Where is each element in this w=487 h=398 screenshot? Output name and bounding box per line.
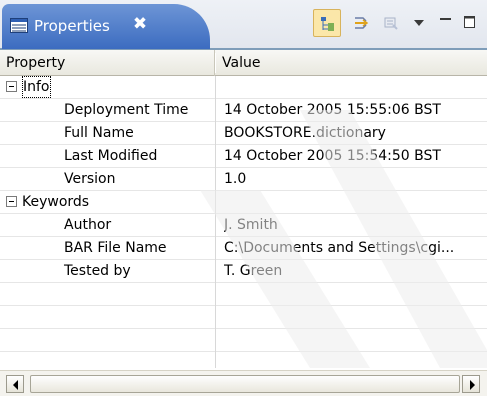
table-row[interactable]: Tested by T. Green	[0, 260, 487, 283]
maximize-button[interactable]	[456, 9, 484, 37]
cell-divider	[215, 260, 216, 283]
cell-divider	[215, 145, 216, 168]
property-name: Version	[64, 171, 116, 187]
table-row[interactable]: Deployment Time 14 October 2005 15:55:06…	[0, 99, 487, 122]
show-categories-icon	[321, 17, 334, 31]
property-value[interactable]: C:\Documents and Settings\cgi...	[224, 237, 486, 260]
property-value[interactable]: 14 October 2005 15:54:50 BST	[224, 145, 486, 168]
value-cell	[224, 191, 486, 214]
property-name: Last Modified	[64, 148, 158, 164]
arrow-left-icon	[13, 380, 18, 390]
table-row[interactable]: Last Modified 14 October 2005 15:54:50 B…	[0, 145, 487, 168]
cell-divider	[215, 214, 216, 237]
maximize-icon	[464, 16, 475, 28]
property-name: Full Name	[64, 125, 134, 141]
close-icon[interactable]: ✖	[130, 14, 150, 34]
cell-divider	[215, 329, 216, 352]
restore-default-value-icon	[384, 17, 398, 30]
show-advanced-properties-icon	[355, 17, 369, 29]
column-header-value[interactable]: Value	[216, 50, 487, 76]
property-cell: Author	[0, 214, 214, 237]
property-value[interactable]: J. Smith	[224, 214, 486, 237]
empty-row	[0, 352, 487, 368]
category-cell: Keywords	[0, 191, 214, 214]
property-cell: Tested by	[0, 260, 214, 283]
empty-row	[0, 283, 487, 306]
properties-view-icon	[10, 18, 28, 33]
scroll-right-button[interactable]	[462, 375, 480, 393]
property-value[interactable]: T. Green	[224, 260, 486, 283]
scrollbar-thumb[interactable]	[30, 375, 460, 393]
table-row[interactable]: Author J. Smith	[0, 214, 487, 237]
cell-divider	[215, 122, 216, 145]
cell-divider	[215, 306, 216, 329]
property-name: Author	[64, 217, 112, 233]
column-header-property[interactable]: Property	[0, 50, 215, 76]
category-row-keywords[interactable]: Keywords	[0, 191, 487, 214]
cell-divider	[215, 99, 216, 122]
property-name: BAR File Name	[64, 240, 167, 256]
property-cell: Last Modified	[0, 145, 214, 168]
horizontal-scrollbar[interactable]	[0, 370, 487, 396]
empty-row	[0, 306, 487, 329]
minimize-icon	[440, 18, 451, 20]
restore-default-value-button[interactable]	[377, 9, 405, 37]
empty-row	[0, 329, 487, 352]
view-tab-bar: Properties ✖	[0, 0, 487, 50]
value-cell	[224, 76, 486, 99]
category-cell: Info	[0, 76, 214, 99]
property-cell: BAR File Name	[0, 237, 214, 260]
collapse-toggle-icon[interactable]	[6, 81, 17, 92]
category-row-info[interactable]: Info	[0, 76, 487, 99]
cell-divider	[215, 168, 216, 191]
cell-divider	[215, 283, 216, 306]
tab-title: Properties	[34, 17, 110, 35]
property-value[interactable]: BOOKSTORE.dictionary	[224, 122, 486, 145]
property-table: Property Value Info Deployment Time 14 O…	[0, 50, 487, 368]
table-row[interactable]: BAR File Name C:\Documents and Settings\…	[0, 237, 487, 260]
property-cell: Full Name	[0, 122, 214, 145]
category-label: Keywords	[22, 194, 90, 210]
property-cell: Version	[0, 168, 214, 191]
show-categories-button[interactable]	[313, 9, 341, 37]
view-menu-icon	[414, 20, 424, 26]
view-menu-button[interactable]	[405, 9, 433, 37]
property-value[interactable]: 1.0	[224, 168, 486, 191]
cell-divider	[215, 191, 216, 214]
table-row[interactable]: Version 1.0	[0, 168, 487, 191]
property-cell: Deployment Time	[0, 99, 214, 122]
property-name: Deployment Time	[64, 102, 189, 118]
table-row[interactable]: Full Name BOOKSTORE.dictionary	[0, 122, 487, 145]
cell-divider	[215, 237, 216, 260]
tab-properties[interactable]: Properties ✖	[2, 4, 210, 49]
category-label: Info	[22, 76, 51, 98]
table-header: Property Value	[0, 50, 487, 76]
properties-view: Properties ✖ Property Value Info Deploym…	[0, 0, 487, 398]
cell-divider	[215, 76, 216, 99]
property-name: Tested by	[64, 263, 131, 279]
scroll-left-button[interactable]	[6, 375, 24, 393]
property-value[interactable]: 14 October 2005 15:55:06 BST	[224, 99, 486, 122]
collapse-toggle-icon[interactable]	[6, 196, 17, 207]
cell-divider	[215, 352, 216, 368]
arrow-right-icon	[470, 380, 475, 390]
show-advanced-properties-button[interactable]	[347, 9, 375, 37]
